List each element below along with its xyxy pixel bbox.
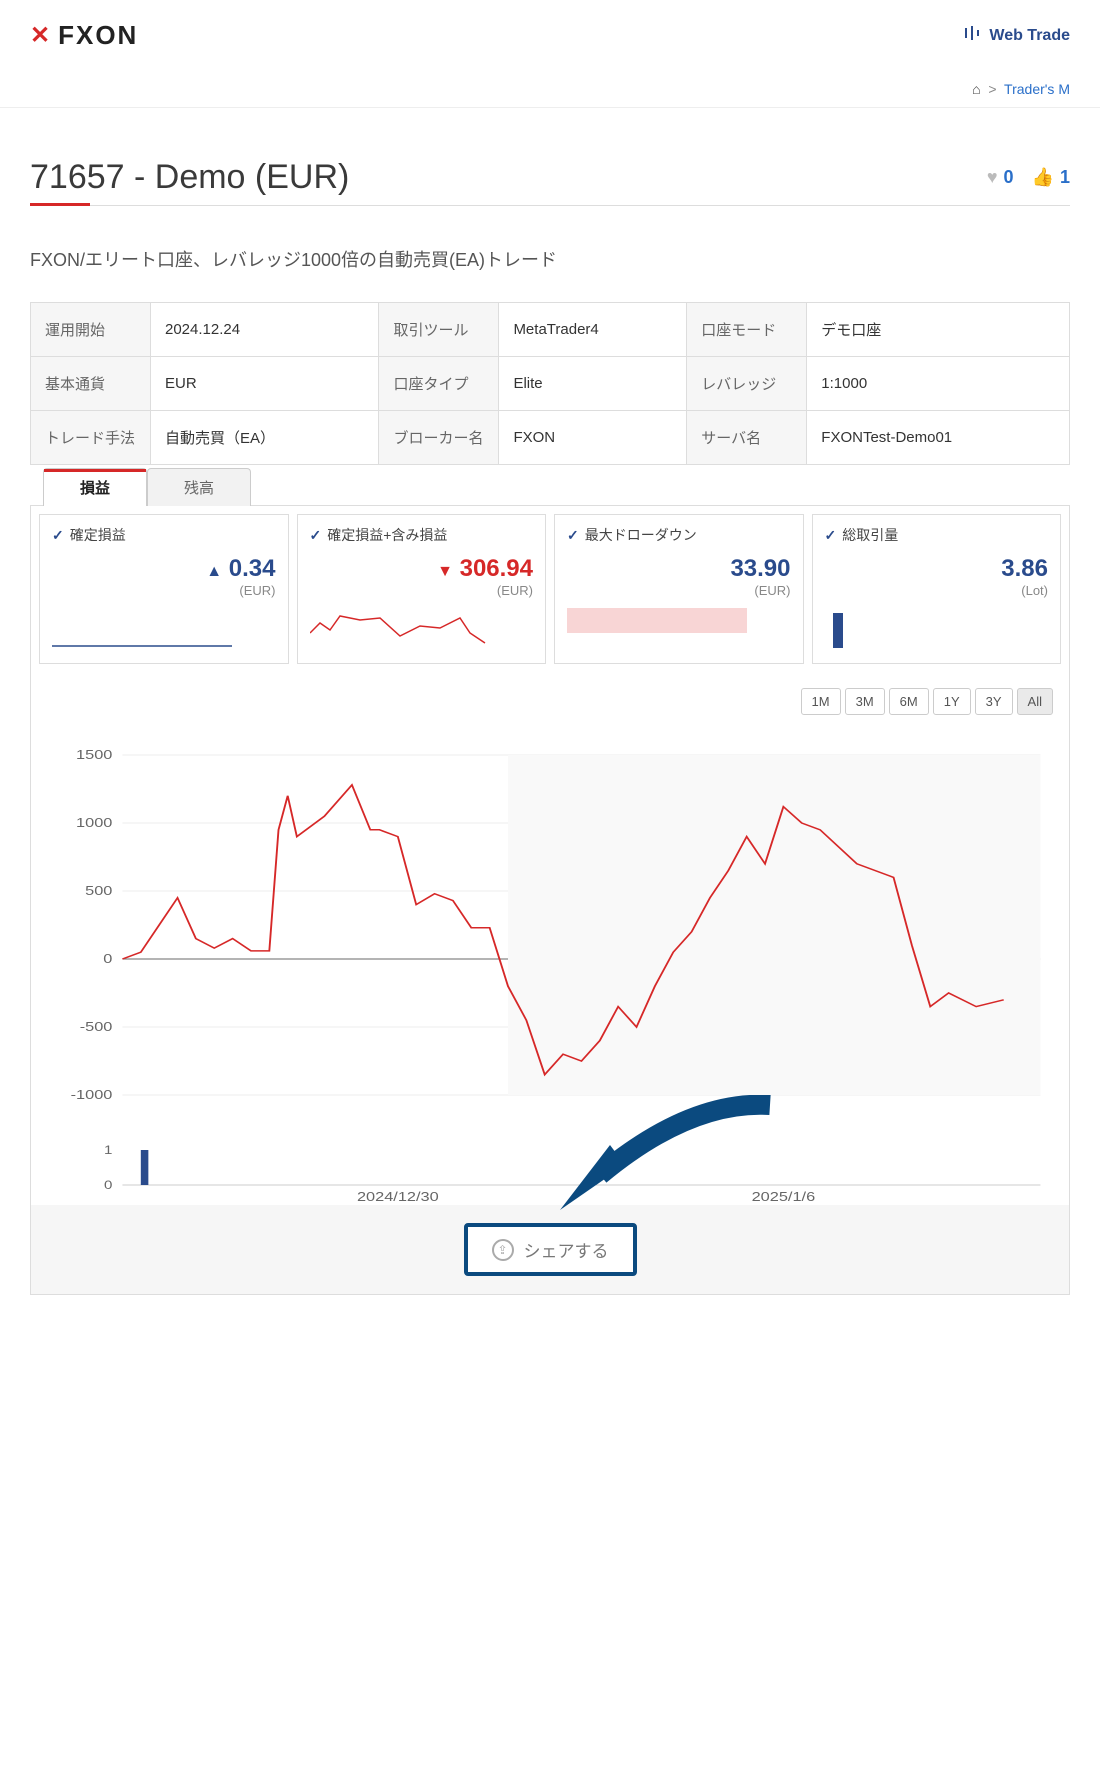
info-value: FXON — [499, 411, 687, 465]
metric-label: 確定損益 — [70, 525, 126, 545]
header: ✕ FXON Web Trade — [0, 0, 1100, 71]
brand-logo[interactable]: ✕ FXON — [30, 20, 138, 51]
check-icon: ✓ — [310, 527, 322, 544]
breadcrumb: ⌂ > Trader's M — [0, 71, 1100, 108]
check-icon: ✓ — [567, 527, 579, 544]
metric-volume[interactable]: ✓ 総取引量 3.86 (Lot) — [812, 514, 1062, 664]
title-row: 71657 - Demo (EUR) ♥ 0 👍 1 — [30, 158, 1070, 206]
logo-mark-icon: ✕ — [30, 21, 52, 50]
svg-text:-1000: -1000 — [71, 1088, 113, 1102]
metric-label: 確定損益+含み損益 — [327, 525, 447, 545]
metric-drawdown[interactable]: ✓ 最大ドローダウン 33.90 (EUR) — [554, 514, 804, 664]
info-value: 2024.12.24 — [151, 303, 379, 357]
table-row: 基本通貨EUR口座タイプEliteレバレッジ1:1000 — [31, 357, 1070, 411]
info-label: 運用開始 — [31, 303, 151, 357]
info-label: 基本通貨 — [31, 357, 151, 411]
info-value: FXONTest-Demo01 — [807, 411, 1070, 465]
info-label: 取引ツール — [379, 303, 499, 357]
share-label: シェアする — [524, 1237, 609, 1262]
metric-unit: (EUR) — [310, 583, 534, 598]
up-arrow-icon: ▲ — [206, 563, 222, 580]
info-label: 口座モード — [687, 303, 807, 357]
range-button-1m[interactable]: 1M — [801, 688, 841, 715]
svg-text:-500: -500 — [80, 1020, 113, 1034]
table-row: 運用開始2024.12.24取引ツールMetaTrader4口座モードデモ口座 — [31, 303, 1070, 357]
breadcrumb-link[interactable]: Trader's M — [1004, 81, 1070, 97]
chart-panel: 損益 残高 ✓確定損益 ▲ 0.34 (EUR) ✓確定損益+含み損益 ▼ 30… — [30, 505, 1070, 1295]
webtrader-label: Web Trade — [989, 27, 1070, 45]
sparkline — [567, 608, 747, 648]
check-icon: ✓ — [825, 527, 837, 544]
metric-confirmed[interactable]: ✓ 確定損益 ▲ 0.34 (EUR) — [39, 514, 289, 664]
check-icon: ✓ — [52, 527, 64, 544]
info-value: MetaTrader4 — [499, 303, 687, 357]
description: FXON/エリート口座、レバレッジ1000倍の自動売買(EA)トレード — [30, 246, 1070, 272]
sparkline — [825, 608, 1005, 648]
home-icon[interactable]: ⌂ — [972, 81, 980, 97]
metric-value: 306.94 — [460, 555, 533, 582]
account-info-table: 運用開始2024.12.24取引ツールMetaTrader4口座モードデモ口座基… — [30, 302, 1070, 465]
range-button-3m[interactable]: 3M — [845, 688, 885, 715]
mini-chart[interactable]: 0 1 2024/12/30 2025/1/6 — [47, 1145, 1053, 1205]
info-label: トレード手法 — [31, 411, 151, 465]
candlestick-icon — [963, 24, 981, 47]
range-button-6m[interactable]: 6M — [889, 688, 929, 715]
social-stats: ♥ 0 👍 1 — [987, 167, 1070, 188]
metric-value: 3.86 — [825, 555, 1049, 583]
svg-text:2025/1/6: 2025/1/6 — [752, 1190, 816, 1204]
range-button-all[interactable]: All — [1017, 688, 1053, 715]
thumbs-up-icon: 👍 — [1032, 167, 1054, 188]
info-value: 自動売買（EA） — [151, 411, 379, 465]
favorite-count: 0 — [1004, 167, 1014, 188]
metric-value: 33.90 — [567, 555, 791, 583]
down-arrow-icon: ▼ — [437, 563, 453, 580]
svg-text:0: 0 — [104, 1178, 113, 1191]
metric-floating[interactable]: ✓ 確定損益+含み損益 ▼ 306.94 (EUR) — [297, 514, 547, 664]
info-value: EUR — [151, 357, 379, 411]
page-title: 71657 - Demo (EUR) — [30, 158, 349, 197]
metric-unit: (EUR) — [52, 583, 276, 598]
share-section: ⇪ シェアする — [31, 1205, 1069, 1294]
tab-balance[interactable]: 残高 — [147, 468, 251, 506]
metric-value: 0.34 — [229, 555, 276, 582]
favorite-button[interactable]: ♥ 0 — [987, 167, 1014, 188]
svg-text:1: 1 — [104, 1145, 112, 1157]
info-label: ブローカー名 — [379, 411, 499, 465]
brand-text: FXON — [58, 20, 138, 51]
share-button[interactable]: ⇪ シェアする — [464, 1223, 637, 1276]
info-value: Elite — [499, 357, 687, 411]
share-icon: ⇪ — [492, 1239, 514, 1261]
svg-text:2024/12/30: 2024/12/30 — [357, 1190, 439, 1204]
metric-unit: (Lot) — [825, 583, 1049, 598]
main-chart[interactable]: -1000 -500 0 500 1000 1500 — [47, 745, 1053, 1125]
metric-label: 最大ドローダウン — [585, 525, 697, 545]
range-buttons: 1M3M6M1Y3YAll — [47, 688, 1053, 715]
webtrader-link[interactable]: Web Trade — [963, 24, 1070, 47]
heart-icon: ♥ — [987, 167, 998, 188]
like-button[interactable]: 👍 1 — [1032, 167, 1070, 188]
info-label: 口座タイプ — [379, 357, 499, 411]
sparkline — [310, 608, 490, 648]
table-row: トレード手法自動売買（EA）ブローカー名FXONサーバ名FXONTest-Dem… — [31, 411, 1070, 465]
info-label: サーバ名 — [687, 411, 807, 465]
svg-text:0: 0 — [103, 952, 112, 966]
range-button-1y[interactable]: 1Y — [933, 688, 971, 715]
like-count: 1 — [1060, 167, 1070, 188]
info-value: デモ口座 — [807, 303, 1070, 357]
svg-text:500: 500 — [85, 884, 112, 898]
info-label: レバレッジ — [687, 357, 807, 411]
svg-text:1000: 1000 — [76, 816, 112, 830]
info-value: 1:1000 — [807, 357, 1070, 411]
sparkline — [52, 608, 232, 648]
tab-profit-loss[interactable]: 損益 — [43, 468, 147, 506]
metric-label: 総取引量 — [842, 525, 898, 545]
svg-text:1500: 1500 — [76, 748, 112, 762]
metric-unit: (EUR) — [567, 583, 791, 598]
range-button-3y[interactable]: 3Y — [975, 688, 1013, 715]
